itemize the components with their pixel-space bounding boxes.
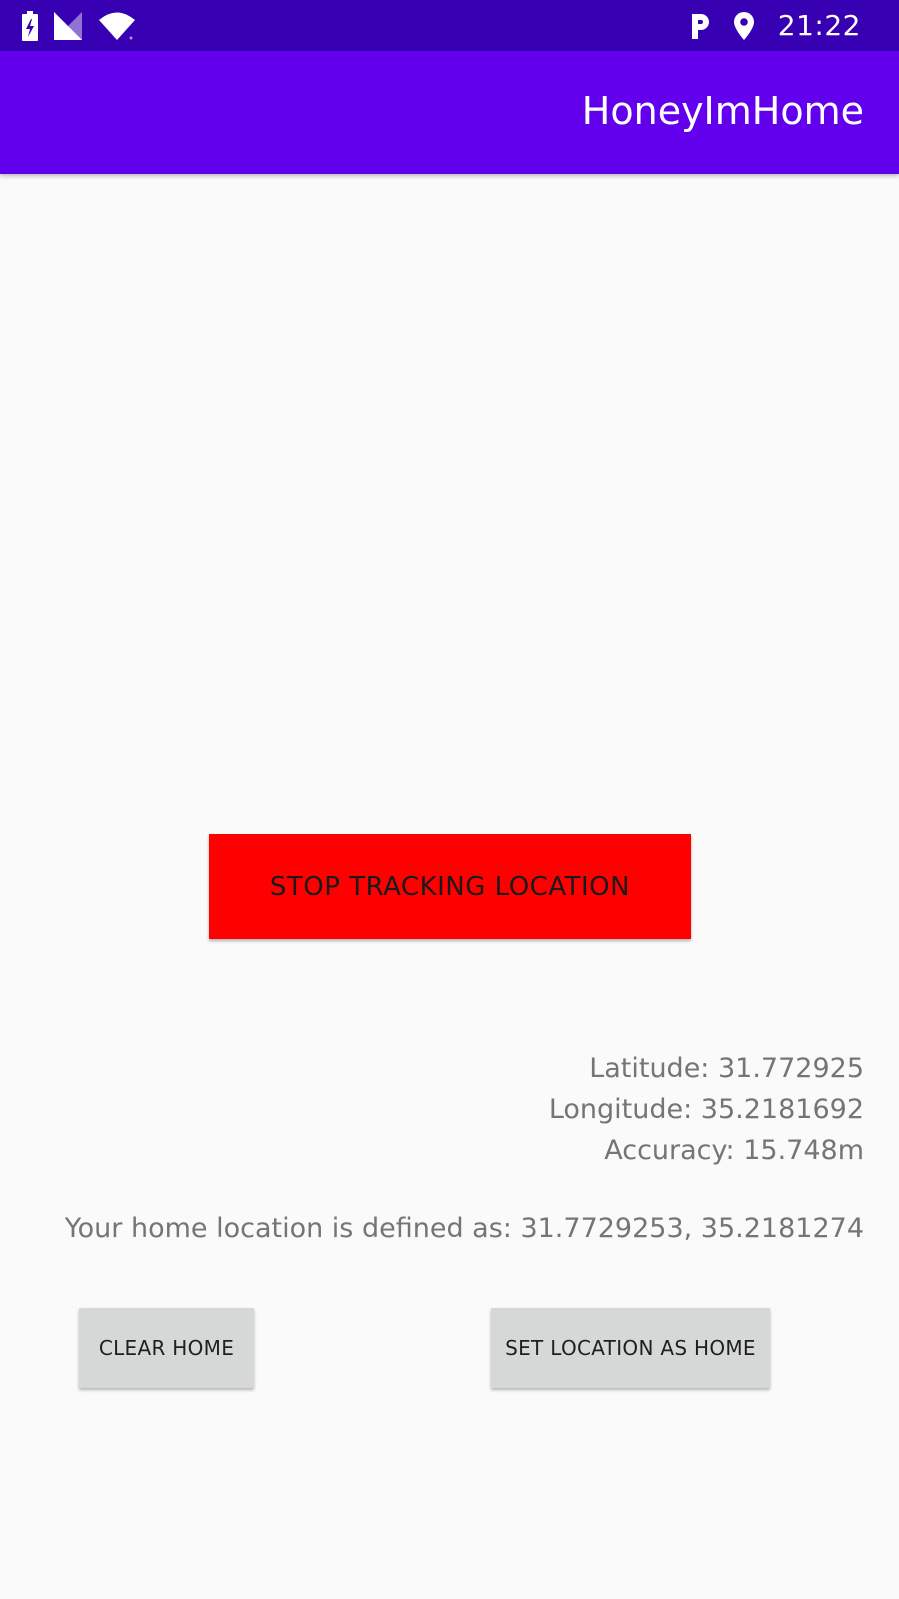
location-pin-icon xyxy=(733,11,754,40)
stop-tracking-button[interactable]: STOP TRACKING LOCATION xyxy=(209,834,691,939)
status-time: 21:22 xyxy=(777,9,861,42)
status-left-icons xyxy=(22,11,152,41)
battery-charging-icon xyxy=(22,11,38,41)
wifi-icon xyxy=(99,12,135,40)
longitude-text: Longitude: 35.2181692 xyxy=(548,1094,864,1125)
home-location-text: Your home location is defined as: 31.772… xyxy=(64,1213,864,1244)
cell-signal-icon xyxy=(54,12,82,40)
status-right-group: 21:22 xyxy=(690,0,861,51)
accuracy-text: Accuracy: 15.748m xyxy=(604,1135,864,1166)
status-bar: 21:22 xyxy=(0,0,899,51)
set-location-as-home-button[interactable]: SET LOCATION AS HOME xyxy=(491,1308,770,1388)
location-info: Latitude: 31.772925 Longitude: 35.218169… xyxy=(549,1048,864,1171)
app-title: HoneyImHome xyxy=(581,89,864,133)
clear-home-button[interactable]: CLEAR HOME xyxy=(79,1308,254,1388)
parking-icon xyxy=(691,13,709,39)
latitude-text: Latitude: 31.772925 xyxy=(589,1053,864,1084)
app-bar: HoneyImHome xyxy=(0,51,899,174)
